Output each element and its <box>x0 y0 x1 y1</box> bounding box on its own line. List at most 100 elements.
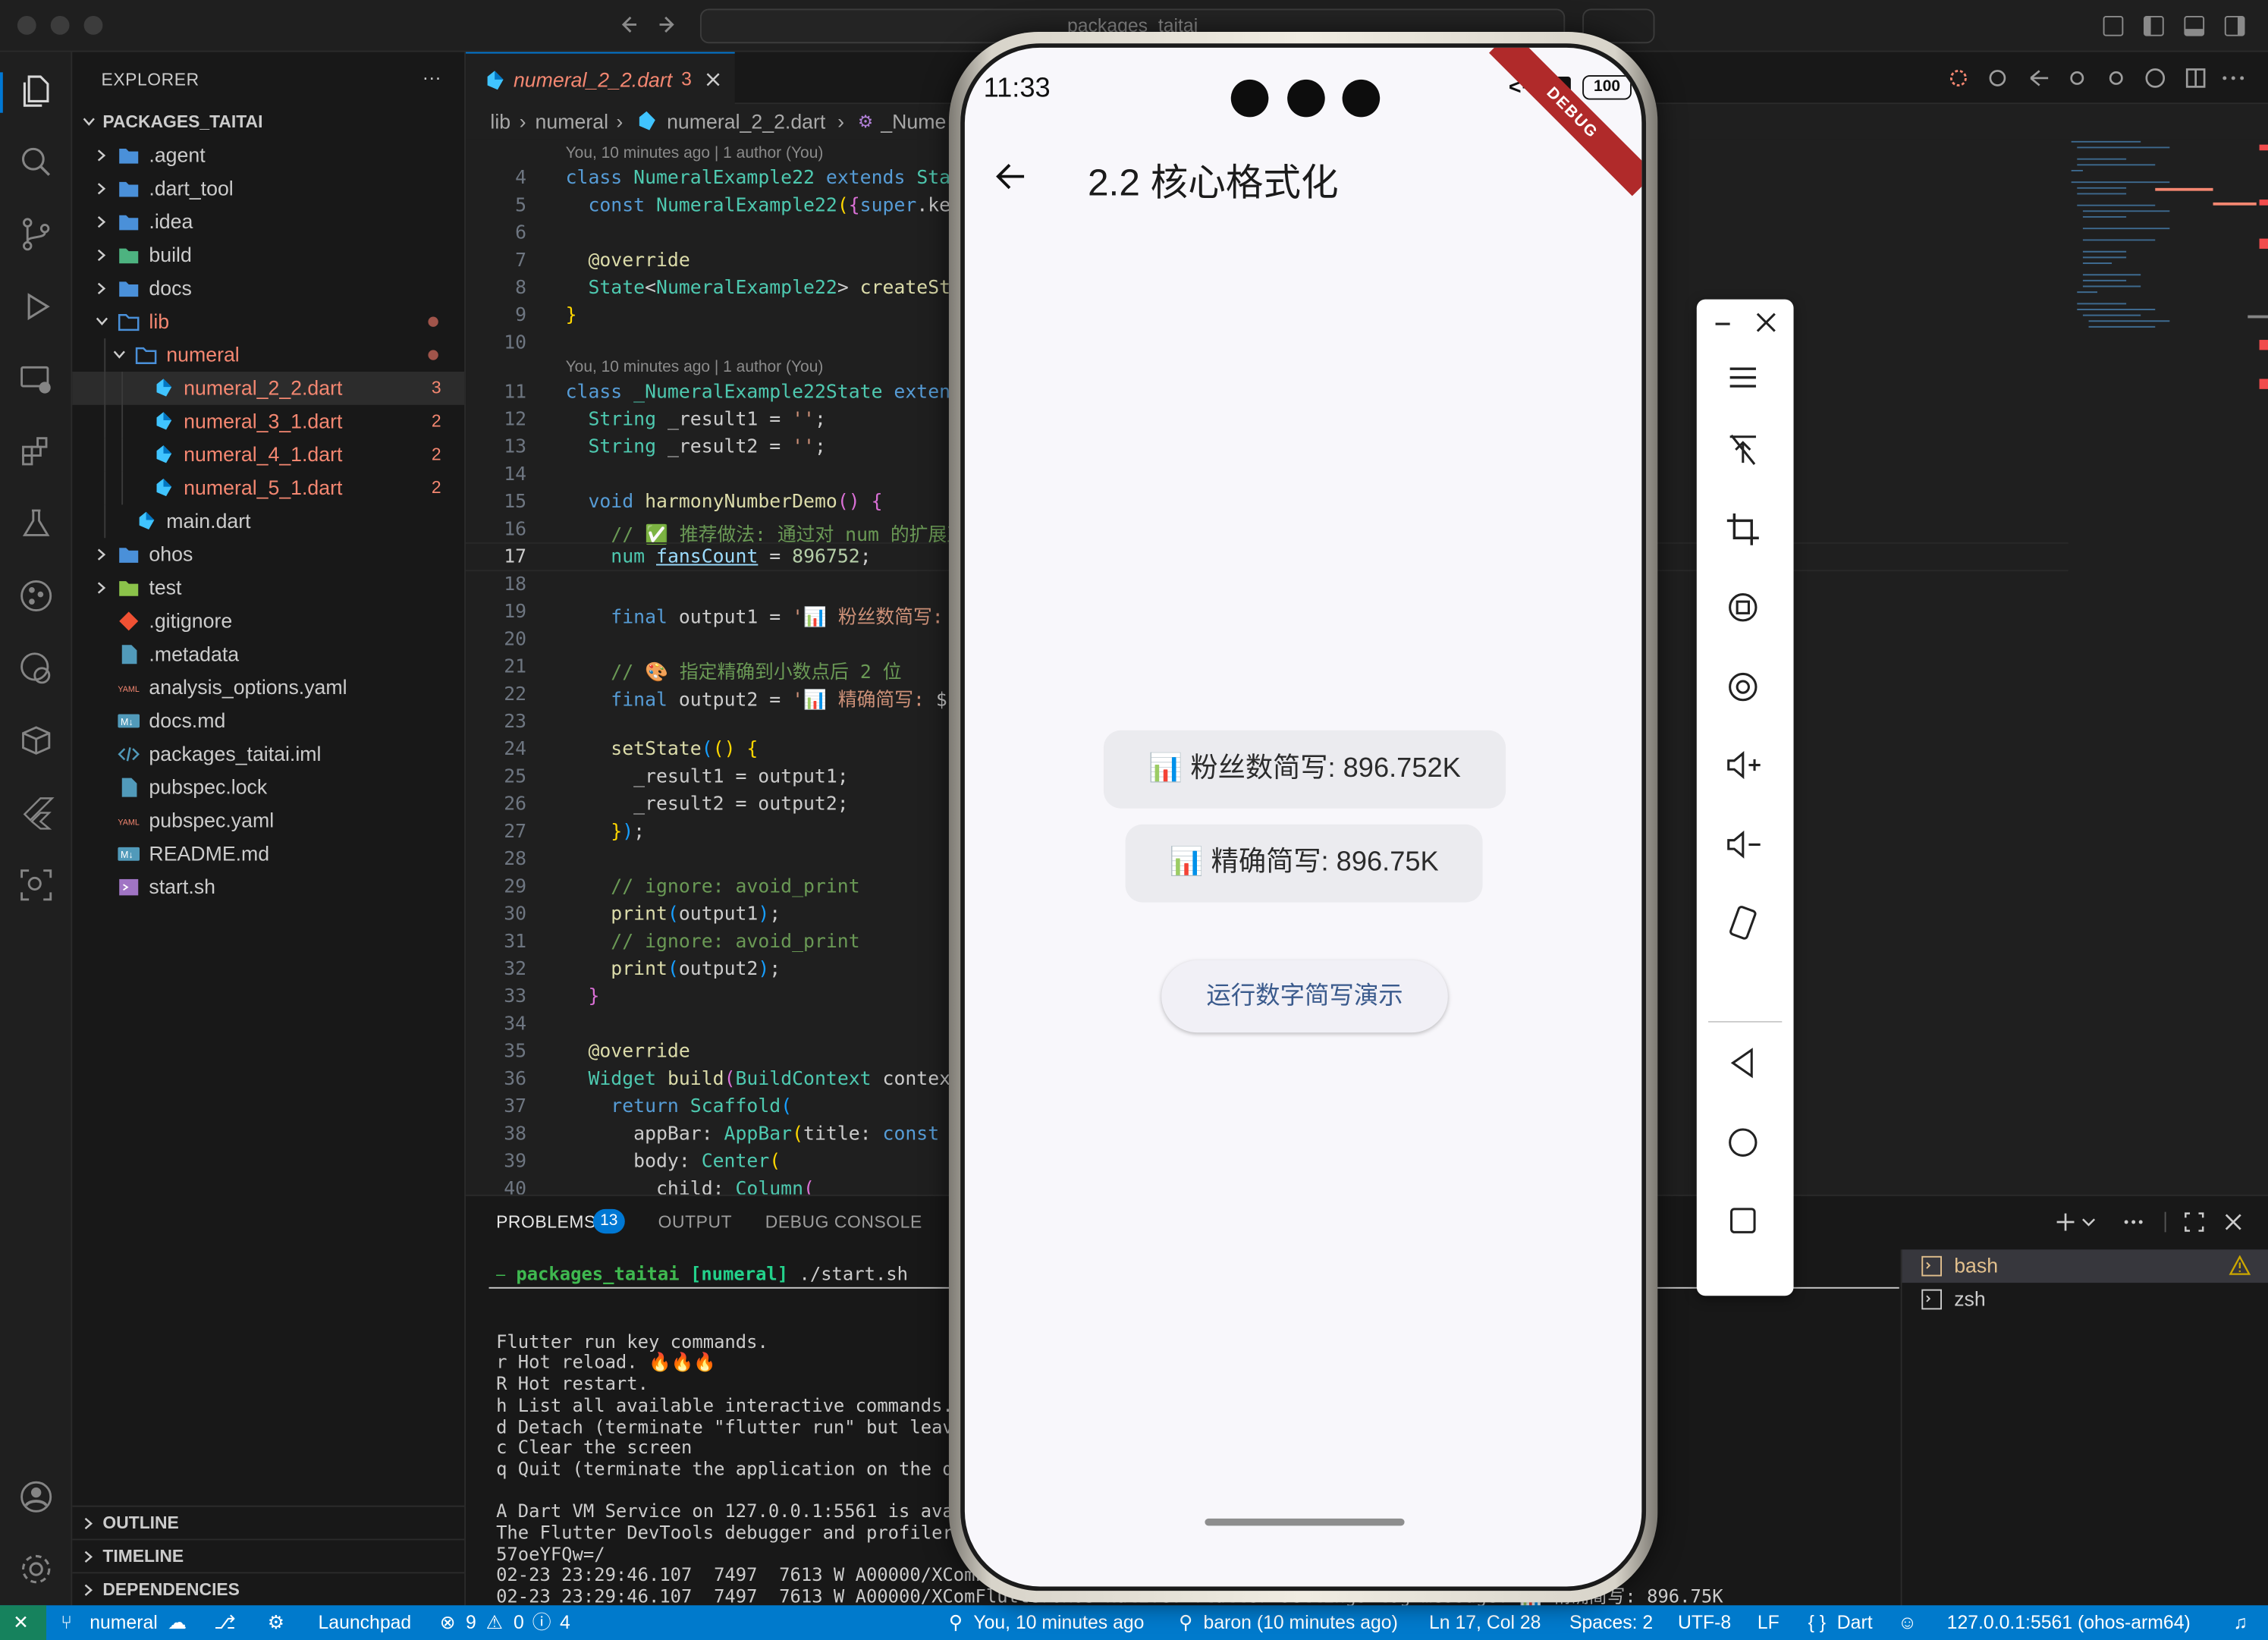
explorer-item-dart-tool[interactable]: .dart_tool <box>72 172 464 206</box>
explorer-item-docs[interactable]: docs <box>72 272 464 305</box>
explorer-item-test[interactable]: test <box>72 571 464 605</box>
git-blame-status[interactable]: You, 10 minutes ago <box>973 1605 1144 1640</box>
testing-flask-icon[interactable] <box>17 504 55 542</box>
close-window-button[interactable] <box>17 15 36 35</box>
flutter-icon[interactable] <box>17 794 55 832</box>
toggle-secondary-sidebar-icon[interactable] <box>2224 15 2245 36</box>
explorer-item-main-dart[interactable]: main.dart <box>72 504 464 538</box>
notifications-bell-icon[interactable]: ♫ <box>2233 1605 2248 1640</box>
source-control-icon[interactable] <box>17 215 55 253</box>
breadcrumb-file[interactable]: numeral_2_2.dart <box>667 104 825 139</box>
codelens-blame[interactable]: You, 10 minutes ago | 1 author (You) <box>566 145 824 162</box>
flutter-device[interactable]: 127.0.0.1:5561 (ohos-arm64) <box>1947 1605 2191 1640</box>
run-demo-button[interactable]: 运行数字简写演示 <box>1161 960 1448 1033</box>
git-lens-icon[interactable] <box>17 649 55 687</box>
explorer-item-readme-md[interactable]: M↓ README.md <box>72 837 464 871</box>
device-rotate-icon[interactable] <box>1723 903 1763 943</box>
explorer-item-agent[interactable]: .agent <box>72 139 464 172</box>
breadcrumb-symbol[interactable]: _Nume <box>881 104 946 139</box>
explorer-item-pubspec-yaml[interactable]: YAML pubspec.yaml <box>72 804 464 837</box>
pin-off-icon[interactable] <box>1723 429 1763 470</box>
cursor-position[interactable]: Ln 17, Col 28 <box>1429 1605 1541 1640</box>
toggle-panel-icon[interactable] <box>2184 15 2205 36</box>
timeline-section[interactable]: TIMELINE <box>72 1538 465 1572</box>
line-ending[interactable]: LF <box>1758 1605 1780 1640</box>
sync-icon[interactable]: ☁ <box>168 1605 187 1640</box>
git-graph-status-icon[interactable]: ⎇ <box>214 1605 236 1640</box>
workspace-root[interactable]: PACKAGES_TAITAI <box>72 105 464 139</box>
extensions-icon[interactable] <box>17 432 55 470</box>
tab-problems[interactable]: PROBLEMS <box>496 1212 596 1233</box>
tab-output[interactable]: OUTPUT <box>658 1212 733 1233</box>
git-author-status[interactable]: baron (10 minutes ago) <box>1204 1605 1398 1640</box>
explorer-item-pubspec-lock[interactable]: pubspec.lock <box>72 771 464 804</box>
customize-layout-icon[interactable] <box>2103 15 2124 36</box>
codelens-blame[interactable]: You, 10 minutes ago | 1 author (You) <box>566 359 824 376</box>
explorer-item-numeral-3-1-dart[interactable]: numeral_3_1.dart 2 <box>72 405 464 438</box>
nav-recents-icon[interactable] <box>1723 1200 1763 1240</box>
warnings-count[interactable]: 0 <box>514 1605 524 1640</box>
containers-icon[interactable] <box>17 721 55 759</box>
run-debug-icon[interactable] <box>17 287 55 325</box>
volume-down-icon[interactable] <box>1723 825 1763 865</box>
account-icon[interactable] <box>17 1478 55 1516</box>
explorer-item-numeral[interactable]: numeral <box>72 338 464 372</box>
tab-numeral-2-2[interactable]: numeral_2_2.dart 3 <box>466 52 735 105</box>
nav-home-icon[interactable] <box>1723 1122 1763 1162</box>
toggle-sidebar-icon[interactable] <box>2144 15 2164 36</box>
screen-record-icon[interactable] <box>1723 667 1763 707</box>
close-tab-icon[interactable] <box>706 72 721 86</box>
explorer-item-metadata[interactable]: .metadata <box>72 638 464 671</box>
launchpad-button[interactable]: Launchpad <box>319 1605 412 1640</box>
explorer-item-analysis-options-yaml[interactable]: YAML analysis_options.yaml <box>72 671 464 705</box>
back-arrow-icon[interactable] <box>994 159 1029 194</box>
terminal-instance-bash[interactable]: bash <box>1902 1249 2268 1283</box>
git-graph-icon[interactable] <box>17 577 55 615</box>
home-indicator[interactable] <box>1205 1518 1405 1526</box>
zoom-window-button[interactable] <box>83 15 103 35</box>
crop-screenshot-icon[interactable] <box>1723 509 1763 549</box>
explorer-item-lib[interactable]: lib <box>72 305 464 338</box>
back-arrow-icon[interactable] <box>616 13 639 36</box>
breadcrumb-numeral[interactable]: numeral <box>536 104 608 139</box>
explorer-item-idea[interactable]: .idea <box>72 206 464 239</box>
settings-gear-icon[interactable] <box>17 1550 55 1588</box>
explorer-item-numeral-2-2-dart[interactable]: numeral_2_2.dart 3 <box>72 371 465 405</box>
explorer-item-packages-taitai-iml[interactable]: packages_taitai.iml <box>72 737 464 771</box>
remote-indicator[interactable]: ✕ <box>0 1605 47 1640</box>
outline-section[interactable]: OUTLINE <box>72 1505 465 1539</box>
folder-icon <box>119 181 139 197</box>
close-icon[interactable] <box>1754 311 1778 335</box>
forward-arrow-icon[interactable] <box>657 13 680 36</box>
nav-back-icon[interactable] <box>1723 1043 1763 1083</box>
branch-name[interactable]: numeral <box>90 1605 158 1640</box>
copilot-icon[interactable]: ☺ <box>1898 1605 1917 1640</box>
explorer-item-numeral-4-1-dart[interactable]: numeral_4_1.dart 2 <box>72 438 464 472</box>
remote-explorer-icon[interactable] <box>17 360 55 398</box>
dependencies-section[interactable]: DEPENDENCIES <box>72 1572 465 1605</box>
explorer-files-icon[interactable] <box>17 72 55 110</box>
minimize-window-button[interactable] <box>50 15 70 35</box>
errors-count[interactable]: 9 <box>466 1605 476 1640</box>
language-mode[interactable]: Dart <box>1837 1605 1873 1640</box>
search-icon[interactable] <box>17 143 55 181</box>
explorer-item-gitignore[interactable]: .gitignore <box>72 605 464 638</box>
explorer-item-start-sh[interactable]: start.sh <box>72 871 464 904</box>
breadcrumb-lib[interactable]: lib <box>490 104 510 139</box>
minimize-icon[interactable] <box>1713 314 1733 335</box>
explorer-item-numeral-5-1-dart[interactable]: numeral_5_1.dart 2 <box>72 472 464 505</box>
indentation[interactable]: Spaces: 2 <box>1569 1605 1653 1640</box>
info-count[interactable]: 4 <box>560 1605 570 1640</box>
volume-up-icon[interactable] <box>1723 745 1763 785</box>
terminal-instance-zsh[interactable]: zsh <box>1902 1283 2268 1316</box>
explorer-item-docs-md[interactable]: M↓ docs.md <box>72 704 464 737</box>
encoding[interactable]: UTF-8 <box>1678 1605 1731 1640</box>
menu-icon[interactable] <box>1723 357 1763 397</box>
tab-debug-console[interactable]: DEBUG CONSOLE <box>765 1212 922 1233</box>
rotate-icon[interactable] <box>1723 587 1763 627</box>
explorer-item-ohos[interactable]: ohos <box>72 538 464 571</box>
minimap[interactable] <box>2069 139 2268 356</box>
explorer-more-button[interactable]: ··· <box>423 67 441 89</box>
explorer-item-build[interactable]: build <box>72 239 464 272</box>
scan-preview-icon[interactable] <box>17 866 55 904</box>
